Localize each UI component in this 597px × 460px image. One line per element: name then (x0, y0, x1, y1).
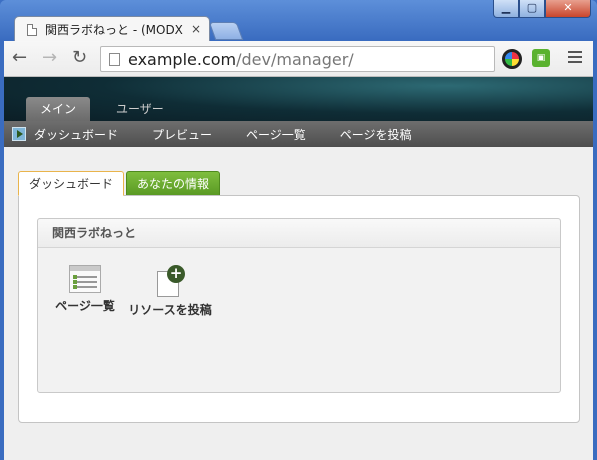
add-resource-icon: + (155, 265, 185, 297)
manager-nav: ダッシュボード プレビュー ページ一覧 ページを投稿 (4, 121, 593, 147)
url-host: example.com (128, 49, 237, 69)
nav-page-list[interactable]: ページ一覧 (246, 126, 306, 143)
extension-robot-icon[interactable]: ▣ (532, 49, 550, 67)
shortcut-label: リソースを投稿 (128, 303, 212, 317)
tab-users[interactable]: ユーザー (102, 97, 178, 121)
menu-icon[interactable] (568, 51, 582, 66)
dashboard-widget: 関西ラボねっと ページ一覧 + リソースを投稿 (37, 218, 561, 393)
shortcut-label: ページ一覧 (55, 299, 115, 313)
nav-post-page[interactable]: ページを投稿 (340, 126, 412, 143)
page-viewport: メイン ユーザー ダッシュボード プレビュー ページ一覧 ページを投稿 ダッシュ… (4, 77, 593, 460)
address-bar[interactable]: example.com/dev/manager/ (100, 46, 495, 72)
shortcut-page-list[interactable]: ページ一覧 (40, 265, 130, 314)
browser-tab[interactable]: 関西ラボねっと - (MODX × (14, 16, 210, 42)
page-icon (27, 23, 37, 36)
reload-icon[interactable]: ↻ (72, 49, 87, 67)
tab-strip: 関西ラボねっと - (MODX × (8, 14, 568, 42)
tab-main[interactable]: メイン (26, 97, 91, 121)
manager-header: メイン ユーザー (4, 77, 593, 121)
tab-close-icon[interactable]: × (191, 22, 201, 36)
nav-preview[interactable]: プレビュー (152, 126, 212, 143)
extension-color-icon[interactable] (502, 49, 522, 69)
url-path: /dev/manager/ (236, 49, 354, 69)
back-arrow-icon[interactable]: ← (12, 49, 27, 67)
modx-logo-icon[interactable] (12, 127, 26, 141)
browser-tab-title: 関西ラボねっと - (MODX (45, 23, 183, 37)
content-panel: 関西ラボねっと ページ一覧 + リソースを投稿 (18, 195, 580, 423)
browser-window: ▁ ▢ ✕ 関西ラボねっと - (MODX × ← → ↻ example.co… (0, 0, 597, 460)
widget-title: 関西ラボねっと (38, 219, 560, 248)
page-list-icon (69, 265, 101, 293)
tab-dashboard[interactable]: ダッシュボード (18, 171, 125, 196)
nav-dashboard[interactable]: ダッシュボード (34, 126, 118, 143)
shortcut-post-resource[interactable]: + リソースを投稿 (125, 265, 215, 318)
tab-your-info[interactable]: あなたの情報 (126, 171, 221, 196)
new-tab-button[interactable] (208, 22, 244, 40)
forward-arrow-icon[interactable]: → (42, 49, 57, 67)
browser-toolbar: ← → ↻ example.com/dev/manager/ ▣ (4, 41, 593, 77)
page-icon (109, 52, 120, 66)
